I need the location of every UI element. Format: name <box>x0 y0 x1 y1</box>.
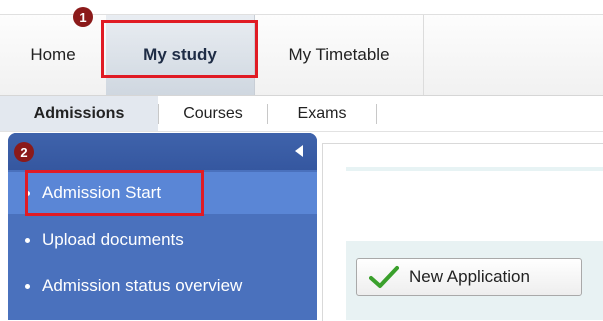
highlight-my-study <box>101 20 258 78</box>
content-header-strip <box>346 167 603 171</box>
new-application-button[interactable]: New Application <box>356 258 582 296</box>
sub-nav: Admissions Courses Exams <box>0 96 603 132</box>
sidebar-header <box>8 133 317 170</box>
tab-exams[interactable]: Exams <box>268 96 376 131</box>
tab-courses[interactable]: Courses <box>159 96 267 131</box>
top-nav: Home My study My Timetable <box>0 14 603 96</box>
tab-divider <box>376 104 377 124</box>
checkmark-icon <box>369 266 399 288</box>
step-marker-1: 1 <box>73 7 93 27</box>
step-marker-2: 2 <box>14 142 34 162</box>
tab-admissions[interactable]: Admissions <box>0 96 158 131</box>
bullet-icon <box>25 237 30 243</box>
tab-my-timetable[interactable]: My Timetable <box>255 15 424 95</box>
sidebar-item-admission-status-overview[interactable]: Admission status overview <box>8 265 317 307</box>
bullet-icon <box>25 283 30 289</box>
tab-home[interactable]: Home <box>0 15 107 95</box>
sidebar-item-upload-documents[interactable]: Upload documents <box>8 219 317 261</box>
highlight-admission-start <box>25 170 204 216</box>
collapse-arrow-icon[interactable] <box>295 145 303 157</box>
sidebar: Admission Start Upload documents Admissi… <box>8 133 317 320</box>
